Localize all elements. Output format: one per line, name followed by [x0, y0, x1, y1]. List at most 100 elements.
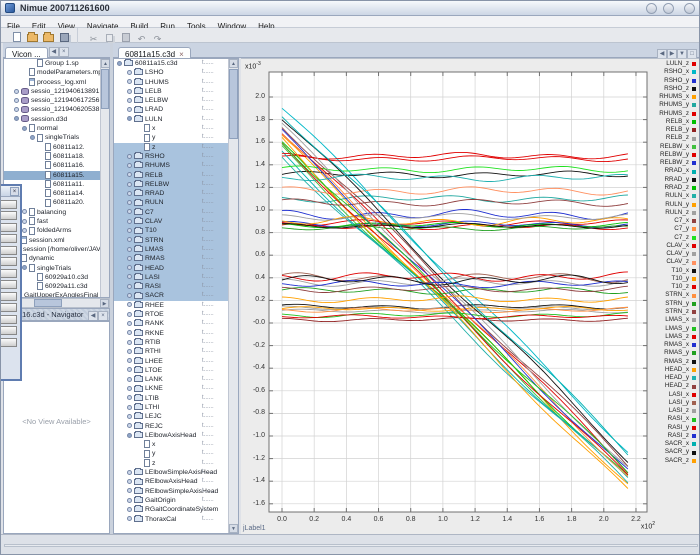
tree-item-y[interactable]: yt...... — [114, 449, 230, 458]
tree-item-y[interactable]: yt...... — [114, 133, 230, 142]
palette-button[interactable] — [0, 338, 17, 347]
tree-item-t10[interactable]: T10t...... — [114, 226, 230, 235]
scroll-up-icon[interactable]: ▲ — [101, 59, 110, 68]
tree-item-rank[interactable]: RANKt...... — [114, 319, 230, 328]
tree-item-relbowsimpleaxishead[interactable]: RElbowSimpleAxisHeadt...... — [114, 487, 230, 496]
expand-handle-icon[interactable] — [127, 284, 132, 289]
expand-handle-icon[interactable] — [127, 98, 132, 103]
expand-handle-icon[interactable] — [127, 358, 132, 363]
expand-handle-icon[interactable] — [127, 237, 132, 242]
expand-handle-icon[interactable] — [127, 479, 132, 484]
chart-plot[interactable] — [241, 59, 699, 534]
collapse-handle-icon[interactable] — [117, 61, 122, 66]
tree-item-x[interactable]: xt...... — [114, 124, 230, 133]
tree-item-lelbw[interactable]: LELBWt...... — [114, 96, 230, 105]
scroll-down-icon[interactable]: ▼ — [229, 524, 238, 533]
tree-item-sessio-121940613891[interactable]: sessio_121940613891 — [4, 87, 109, 96]
tree-item-lelbowaxishead[interactable]: LElbowAxisHeadt...... — [114, 431, 230, 440]
tree-item-rasi[interactable]: RASIt...... — [114, 282, 230, 291]
tree-item-rrad[interactable]: RRADt...... — [114, 189, 230, 198]
tree-item-rtoe[interactable]: RTOEt...... — [114, 310, 230, 319]
palette-close-icon[interactable]: × — [10, 187, 19, 196]
expand-handle-icon[interactable] — [127, 302, 132, 307]
dock-pin-icon[interactable]: ◀ — [49, 47, 59, 57]
tree-item-lhums[interactable]: LHUMSt...... — [114, 78, 230, 87]
tree-item-ltoe[interactable]: LTOEt...... — [114, 366, 230, 375]
new-file-button[interactable] — [9, 29, 24, 42]
tree-item-sacr[interactable]: SACRt...... — [114, 291, 230, 300]
scrollbar-thumb[interactable] — [34, 299, 62, 307]
tree-item-sessio-121940620538[interactable]: sessio_121940620538 — [4, 105, 109, 114]
scroll-right-icon[interactable]: ▶ — [100, 299, 109, 308]
tree-item-60811a15-c3d[interactable]: 60811a15.c3dt...... — [114, 59, 230, 68]
tree-item-group-1-sp[interactable]: Group 1.sp — [4, 59, 109, 68]
tree-item-rgaitcoordinatesystem[interactable]: RGaitCoordinateSystemt...... — [114, 505, 230, 514]
expand-handle-icon[interactable] — [127, 79, 132, 84]
expand-handle-icon[interactable] — [127, 182, 132, 187]
expand-handle-icon[interactable] — [127, 423, 132, 428]
expand-handle-icon[interactable] — [127, 107, 132, 112]
collapse-handle-icon[interactable] — [127, 433, 132, 438]
tree-item-60811a15-[interactable]: 60811a15. — [4, 171, 109, 180]
tree-item-lmas[interactable]: LMASt...... — [114, 245, 230, 254]
expand-handle-icon[interactable] — [127, 209, 132, 214]
palette-button[interactable] — [0, 280, 17, 289]
tree-item-z[interactable]: zt...... — [114, 459, 230, 468]
tree-item-rmas[interactable]: RMASt...... — [114, 254, 230, 263]
expand-handle-icon[interactable] — [127, 395, 132, 400]
signal-tree-vscrollbar[interactable]: ▲ ▼ — [228, 59, 238, 533]
minimize-panel-icon[interactable]: ◀ — [88, 311, 98, 321]
palette-button[interactable] — [0, 292, 17, 301]
tree-item-lelb[interactable]: LELBt...... — [114, 87, 230, 96]
scrollbar-thumb[interactable] — [101, 69, 109, 109]
title-bar[interactable]: Nimue 200711261600 — [1, 1, 700, 16]
collapse-handle-icon[interactable] — [127, 116, 132, 121]
tree-item-session-d3d[interactable]: session.d3d — [4, 115, 109, 124]
expand-handle-icon[interactable] — [127, 488, 132, 493]
projects-tree-vscrollbar[interactable]: ▲ — [100, 59, 109, 297]
palette-button[interactable] — [0, 211, 17, 220]
tree-item-lank[interactable]: LANKt...... — [114, 375, 230, 384]
expand-handle-icon[interactable] — [127, 507, 132, 512]
tree-item-lejc[interactable]: LEJCt...... — [114, 412, 230, 421]
expand-handle-icon[interactable] — [127, 256, 132, 261]
expand-handle-icon[interactable] — [22, 228, 27, 233]
palette-button[interactable] — [0, 269, 17, 278]
tree-item-rsho[interactable]: RSHOt...... — [114, 152, 230, 161]
expand-handle-icon[interactable] — [127, 200, 132, 205]
tree-item-modelparameters-mp[interactable]: modelParameters.mp — [4, 68, 109, 77]
expand-handle-icon[interactable] — [14, 107, 19, 112]
tree-item-60811a12-[interactable]: 60811a12. — [4, 143, 109, 152]
collapse-handle-icon[interactable] — [30, 135, 35, 140]
tree-item-ruln[interactable]: RULNt...... — [114, 198, 230, 207]
tree-item-sessio-121940617256[interactable]: sessio_121940617256 — [4, 96, 109, 105]
window-minimize-button[interactable] — [646, 3, 657, 14]
palette-button[interactable] — [0, 200, 17, 209]
expand-handle-icon[interactable] — [14, 89, 19, 94]
expand-handle-icon[interactable] — [127, 228, 132, 233]
tree-item-luln[interactable]: LULNt...... — [114, 115, 230, 124]
expand-handle-icon[interactable] — [22, 209, 27, 214]
palette-button[interactable] — [0, 257, 17, 266]
tree-item-head[interactable]: HEADt...... — [114, 264, 230, 273]
expand-handle-icon[interactable] — [127, 516, 132, 521]
tree-item-lelbowsimpleaxishead[interactable]: LElbowSimpleAxisHeadt...... — [114, 468, 230, 477]
expand-handle-icon[interactable] — [127, 163, 132, 168]
expand-handle-icon[interactable] — [127, 265, 132, 270]
new-project-button[interactable] — [25, 29, 40, 42]
tree-item-thoraxcal[interactable]: ThoraxCalt...... — [114, 515, 230, 524]
tree-item-relb[interactable]: RELBt...... — [114, 171, 230, 180]
expand-handle-icon[interactable] — [127, 367, 132, 372]
expand-handle-icon[interactable] — [127, 274, 132, 279]
tree-item-relbowaxishead[interactable]: RElbowAxisHeadt...... — [114, 477, 230, 486]
palette-button[interactable] — [0, 303, 17, 312]
tree-item-lkne[interactable]: LKNEt...... — [114, 384, 230, 393]
tree-item-clav[interactable]: CLAVt...... — [114, 217, 230, 226]
expand-handle-icon[interactable] — [127, 293, 132, 298]
panel-close-icon[interactable]: × — [59, 47, 69, 57]
open-project-button[interactable] — [41, 29, 56, 42]
expand-handle-icon[interactable] — [127, 377, 132, 382]
window-maximize-button[interactable] — [663, 3, 674, 14]
palette-button[interactable] — [0, 234, 17, 243]
floating-palette[interactable]: × — [0, 184, 22, 381]
